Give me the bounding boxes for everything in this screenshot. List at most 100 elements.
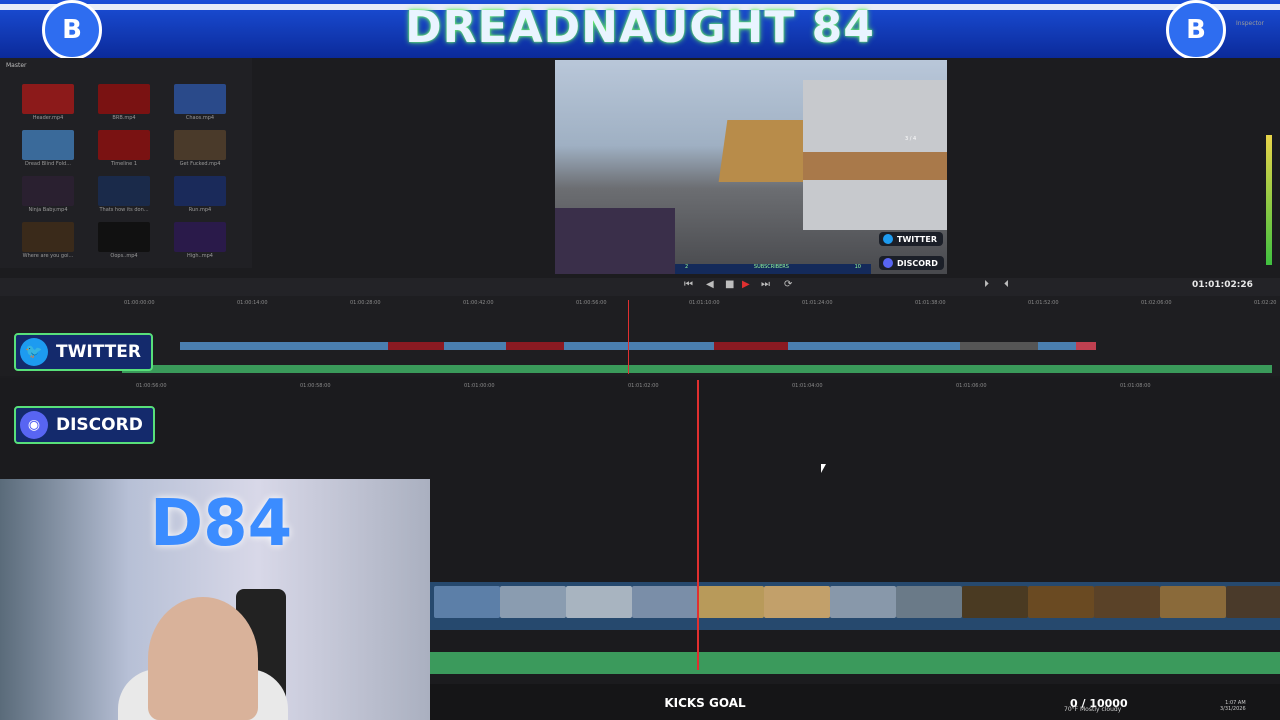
audio-track-clip[interactable] (430, 652, 1280, 674)
ruler-timecode: 01:00:56:00 (576, 300, 607, 306)
ruler-timecode: 01:01:38:00 (915, 300, 946, 306)
timeline-clip[interactable] (1076, 342, 1096, 350)
ruler-timecode: 01:01:10:00 (689, 300, 720, 306)
upper-playhead[interactable] (628, 300, 629, 374)
video-frame-thumbnail (830, 586, 896, 618)
viewer-discord-label: DISCORD (897, 258, 938, 268)
video-frame-thumbnail (698, 586, 764, 618)
audio-level-meter (1266, 135, 1272, 265)
next-edit-icon[interactable]: ⏴ (1004, 279, 1009, 290)
go-to-end-icon[interactable]: ⏭ (761, 279, 770, 290)
upper-timeline[interactable] (0, 296, 1280, 376)
streamer-webcam: D84 (0, 479, 430, 720)
go-to-start-icon[interactable]: ⏮ (684, 279, 693, 290)
twitter-badge: 🐦 TWITTER (14, 333, 153, 371)
media-clip-name: Chaos.mp4 (185, 115, 215, 121)
ruler-timecode: 01:00:42:00 (463, 300, 494, 306)
stream-banner: B DREADNAUGHT 84 B (0, 0, 1280, 58)
twitter-label: TWITTER (56, 342, 141, 362)
media-clip-name: Run.mp4 (188, 207, 212, 213)
upper-audio-strip[interactable] (122, 365, 1272, 373)
media-clip-thumbnail[interactable] (98, 84, 150, 114)
media-clip-name: Header.mp4 (32, 115, 64, 121)
loop-icon[interactable]: ⟳ (784, 279, 792, 290)
media-clip-thumbnail[interactable] (174, 176, 226, 206)
media-clip-name: Where are you goi... (22, 253, 74, 259)
video-track-clip[interactable] (430, 582, 1280, 630)
play-icon[interactable]: ▶ (742, 279, 750, 290)
video-frame-thumbnail (632, 586, 698, 618)
media-clip-thumbnail[interactable] (98, 130, 150, 160)
ruler-timecode: 01:02:20 (1254, 300, 1277, 306)
viewer-hud-bar: 2 SUBSCRIBERS 10 (675, 264, 871, 274)
page-navigation-bar (430, 684, 1280, 720)
video-frame-thumbnail (500, 586, 566, 618)
video-frame-thumbnail (962, 586, 1028, 618)
timeline-clip[interactable] (564, 342, 714, 350)
viewer-discord-overlay: DISCORD (879, 256, 944, 270)
ruler-timecode: 01:02:06:00 (1141, 300, 1172, 306)
ruler-timecode: 01:00:56:00 (136, 383, 167, 389)
hud-subscribers: SUBSCRIBERS (753, 264, 789, 270)
video-frame-thumbnail (896, 586, 962, 618)
media-clip-name: High..mp4 (187, 253, 213, 259)
timeline-clip[interactable] (714, 342, 788, 350)
timeline-clip[interactable] (506, 342, 564, 350)
transport-bar (0, 278, 1280, 296)
media-clip-thumbnail[interactable] (22, 84, 74, 114)
video-frame-thumbnail (764, 586, 830, 618)
system-clock[interactable]: 1:07 AM 3/31/2026 (1220, 700, 1246, 712)
clock-date: 3/31/2026 (1220, 706, 1246, 712)
ruler-timecode: 01:01:04:00 (792, 383, 823, 389)
media-clip-thumbnail[interactable] (174, 130, 226, 160)
mouse-cursor-icon (821, 464, 826, 473)
ruler-timecode: 01:00:00:00 (124, 300, 155, 306)
viewer-twitter-label: TWITTER (897, 234, 937, 244)
ruler-timecode: 01:00:14:00 (237, 300, 268, 306)
media-clip-thumbnail[interactable] (174, 84, 226, 114)
ruler-timecode: 01:01:52:00 (1028, 300, 1059, 306)
ruler-timecode: 01:01:06:00 (956, 383, 987, 389)
timeline-clip[interactable] (960, 342, 1038, 350)
media-clip-name: Dread Blind Fold... (25, 161, 71, 167)
ruler-timecode: 01:01:02:00 (628, 383, 659, 389)
weather-widget[interactable]: 70°F Mostly cloudy (1064, 706, 1121, 713)
timeline-clip[interactable] (180, 342, 388, 350)
media-clip-thumbnail[interactable] (174, 222, 226, 252)
discord-icon (883, 258, 893, 268)
timeline-clip[interactable] (788, 342, 960, 350)
stop-icon[interactable]: ■ (725, 279, 734, 290)
video-frame-thumbnail (566, 586, 632, 618)
previous-edit-icon[interactable]: ⏵ (984, 279, 989, 290)
timeline-clip[interactable] (388, 342, 444, 350)
video-frame-thumbnail (434, 586, 500, 618)
brand-logo-right-icon: B (1166, 0, 1226, 58)
viewer-webcam-inset (555, 208, 675, 274)
ruler-timecode: 01:01:24:00 (802, 300, 833, 306)
ruler-timecode: 01:00:28:00 (350, 300, 381, 306)
inspector-button[interactable]: Inspector (1236, 20, 1264, 27)
media-clip-thumbnail[interactable] (22, 130, 74, 160)
brand-logo-left-icon: B (42, 0, 102, 58)
media-pool-folder[interactable]: Master (6, 62, 27, 69)
lower-playhead[interactable] (697, 380, 699, 670)
scene-wall-stripe (803, 152, 947, 180)
preview-viewer[interactable]: TWITTER DISCORD 2 SUBSCRIBERS 10 3 / 4 (555, 60, 947, 274)
play-reverse-icon[interactable]: ◀ (706, 279, 714, 290)
viewer-twitter-overlay: TWITTER (879, 232, 943, 246)
discord-icon: ◉ (20, 411, 48, 439)
media-clip-thumbnail[interactable] (98, 222, 150, 252)
media-clip-name: Oops..mp4 (110, 253, 138, 259)
discord-label: DISCORD (56, 415, 143, 435)
ruler-timecode: 01:01:00:00 (464, 383, 495, 389)
video-frame-thumbnail (1226, 586, 1280, 618)
hud-left-value: 2 (685, 264, 689, 270)
hud-right-value: 10 (854, 264, 861, 270)
timeline-clip[interactable] (444, 342, 506, 350)
banner-title: DREADNAUGHT 84 (405, 2, 875, 53)
media-clip-thumbnail[interactable] (98, 176, 150, 206)
media-clip-thumbnail[interactable] (22, 176, 74, 206)
twitter-icon: 🐦 (20, 338, 48, 366)
media-clip-name: Thats how its don... (99, 207, 149, 213)
media-clip-thumbnail[interactable] (22, 222, 74, 252)
